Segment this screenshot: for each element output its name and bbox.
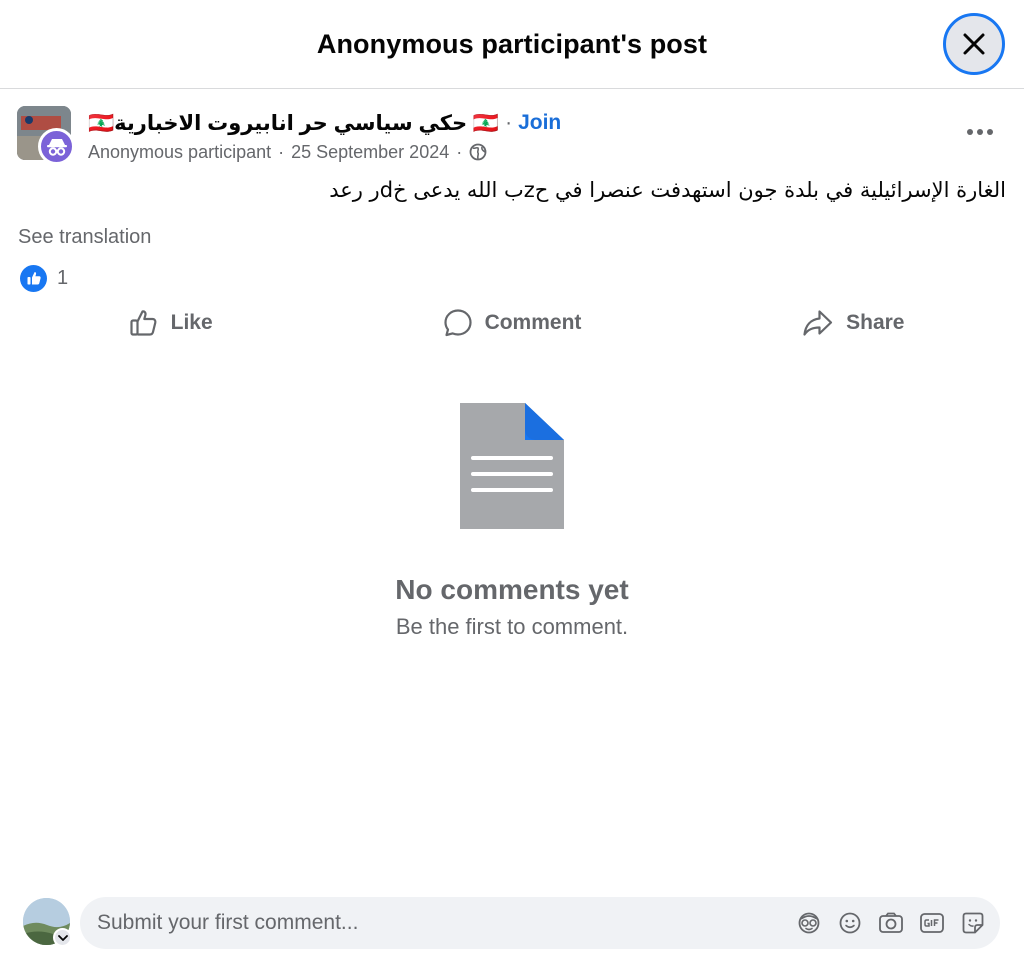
- post-date-link[interactable]: 25 September 2024: [291, 142, 449, 163]
- globe-icon: [469, 143, 487, 161]
- reactions-summary[interactable]: 1: [20, 264, 68, 292]
- thumbs-up-icon: [130, 310, 157, 336]
- comment-button[interactable]: Comment: [341, 300, 682, 346]
- share-button[interactable]: Share: [683, 300, 1024, 346]
- avatar-group[interactable]: [17, 106, 75, 165]
- separator: ·: [278, 141, 285, 162]
- post-actions: Like Comment Share: [0, 300, 1024, 346]
- group-line: 🇱🇧 حكي سياسي حر انابيروت الاخبارية🇱🇧 · J…: [88, 108, 561, 138]
- dialog-header: Anonymous participant's post: [0, 0, 1024, 89]
- sticker-icon[interactable]: [960, 910, 986, 936]
- more-options-button[interactable]: [962, 120, 998, 144]
- group-name-link[interactable]: 🇱🇧 حكي سياسي حر انابيروت الاخبارية🇱🇧: [88, 111, 499, 136]
- empty-title: No comments yet: [395, 574, 629, 605]
- like-reaction-icon: [20, 264, 47, 292]
- empty-subtitle: Be the first to comment.: [395, 614, 629, 639]
- comment-composer: [0, 895, 1024, 955]
- empty-comments: No comments yet Be the first to comment.: [0, 400, 1024, 640]
- avatar-sticker-icon[interactable]: [796, 910, 822, 936]
- composer-icons: [796, 910, 1000, 936]
- comment-label: Comment: [484, 311, 582, 334]
- comment-icon: [443, 309, 472, 337]
- author-name[interactable]: Anonymous participant: [88, 142, 271, 163]
- post-header: 🇱🇧 حكي سياسي حر انابيروت الاخبارية🇱🇧 · J…: [17, 106, 1007, 166]
- comment-input[interactable]: [97, 911, 796, 935]
- document-icon: [460, 403, 564, 529]
- more-dot: [987, 129, 993, 135]
- separator: ·: [456, 141, 463, 162]
- chevron-down-icon[interactable]: [53, 928, 72, 947]
- anonymous-icon: [38, 128, 75, 165]
- dialog-title: Anonymous participant's post: [316, 28, 708, 59]
- comment-box: [80, 897, 1000, 949]
- close-icon: [963, 33, 985, 55]
- more-dot: [967, 129, 973, 135]
- post-text: الغارة الإسرائيلية في بلدة جون استهدفت ع…: [329, 178, 1006, 202]
- camera-icon[interactable]: [878, 910, 904, 936]
- emoji-icon[interactable]: [837, 910, 863, 936]
- share-icon: [803, 310, 833, 336]
- gif-icon[interactable]: [919, 910, 945, 936]
- post-meta: Anonymous participant · 25 September 202…: [88, 139, 487, 165]
- reaction-count: 1: [57, 266, 69, 289]
- separator: ·: [505, 111, 513, 134]
- share-label: Share: [846, 311, 905, 334]
- close-button[interactable]: [943, 13, 1005, 75]
- join-button[interactable]: Join: [518, 111, 561, 135]
- like-button[interactable]: Like: [0, 300, 341, 346]
- like-label: Like: [170, 311, 213, 334]
- see-translation-link[interactable]: See translation: [18, 226, 151, 249]
- more-dot: [977, 129, 983, 135]
